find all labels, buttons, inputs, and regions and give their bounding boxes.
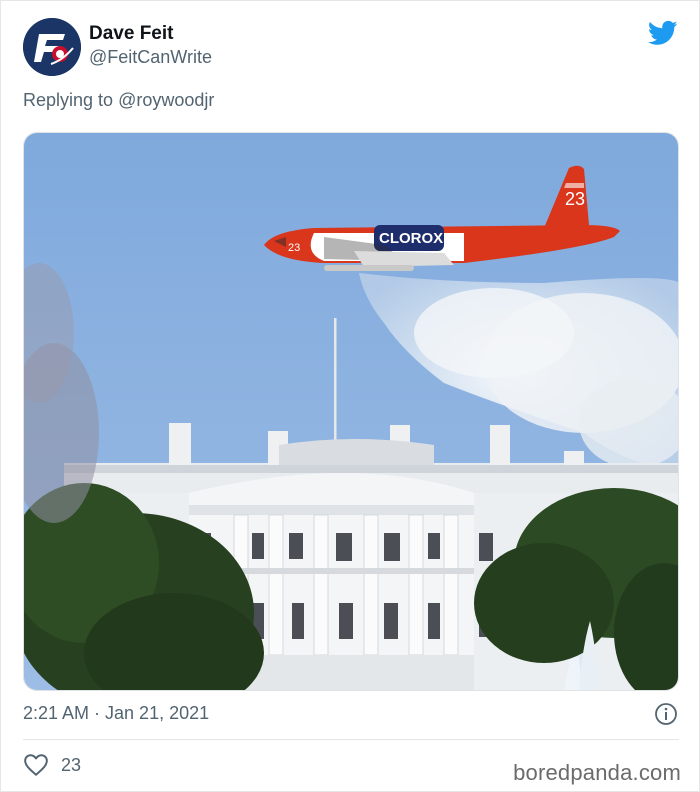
- info-icon[interactable]: [654, 702, 678, 726]
- tweet-image[interactable]: 23 23 CLOROX: [23, 132, 679, 691]
- author-avatar[interactable]: [23, 18, 81, 76]
- plane-tail-number: 23: [565, 189, 585, 209]
- heart-icon[interactable]: [23, 753, 49, 777]
- tweet-card: Dave Feit @FeitCanWrite Replying to @roy…: [0, 0, 700, 792]
- twitter-bird-icon[interactable]: [646, 18, 680, 48]
- tweet-timestamp[interactable]: 2:21 AM · Jan 21, 2021: [23, 703, 209, 724]
- white-house-plane-photo: 23 23 CLOROX: [24, 133, 678, 690]
- divider: [23, 739, 679, 740]
- plane-clorox-label: CLOROX: [379, 230, 443, 247]
- plane-nose-number: 23: [288, 242, 300, 254]
- like-count: 23: [61, 755, 82, 775]
- replying-to-line: Replying to @roywoodjr: [23, 90, 214, 111]
- watermark-text: boredpanda.com: [513, 760, 681, 785]
- replying-handle-link[interactable]: @roywoodjr: [118, 90, 214, 110]
- author-handle[interactable]: @FeitCanWrite: [89, 47, 212, 68]
- avatar-logo-icon: [23, 18, 81, 76]
- replying-prefix: Replying to: [23, 90, 114, 110]
- author-name[interactable]: Dave Feit: [89, 23, 173, 45]
